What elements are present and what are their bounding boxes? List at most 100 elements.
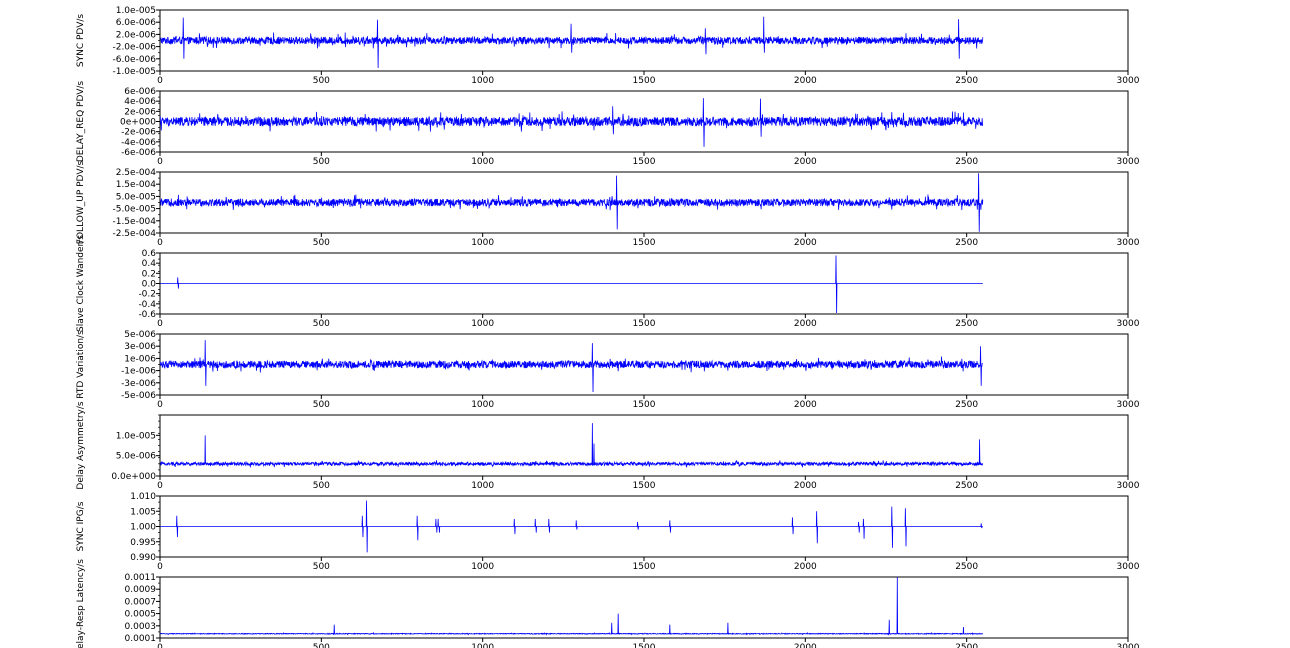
x-tick-label: 1500 [633,643,656,648]
y-tick-label: -4e-006 [121,138,156,148]
y-axis-label: Delay Asymmetry/s [76,401,86,490]
plot-2: 0 500 1000 1500 2000 2500 3000 6e-0064e-0062e-0… [76,81,1140,167]
x-tick-label: 3000 [1117,157,1140,167]
x-tick-label: 0 [157,319,163,329]
y-tick-label: 1e-006 [124,354,156,364]
y-tick-label: 1.005 [130,507,156,517]
plot-frame [159,414,1129,477]
plot-frame [159,576,1129,639]
plot-7: 0 500 1000 1500 2000 2500 3000 1.010 1.005 1.000 0… [76,492,1140,572]
plot-3: 0 500 1000 1500 2000 2500 3000 2.5e-004 1.5e-004… [76,160,1140,248]
stacked-plots-figure: 0 500 1000 1500 2000 2500 3000 1.0e-005 6.0e-006… [76,6,1140,648]
x-tick-label: 1000 [471,481,494,491]
x-tick-label: 1000 [471,562,494,572]
x-tick-label: 500 [313,562,330,572]
y-tick-label: -5e-006 [121,391,156,401]
y-tick-label: -5.0e-005 [112,205,156,215]
x-tick-label: 500 [313,238,330,248]
x-tick-label: 2000 [794,76,817,86]
y-axis-label: Slave Clock Wander/s [76,235,86,332]
y-tick-label: -6.0e-006 [112,55,156,65]
x-tick-label: 1000 [471,643,494,648]
y-tick-label: 1.010 [130,492,156,502]
x-tick-label: 2000 [794,157,817,167]
x-tick-label: 0 [157,400,163,410]
x-tick-label: 2000 [794,319,817,329]
x-tick-label: 0 [157,157,163,167]
x-tick-label: 3000 [1117,319,1140,329]
x-tick-label: 2000 [794,238,817,248]
y-tick-label: 0.0005 [125,610,157,620]
x-tick-label: 3000 [1117,562,1140,572]
y-tick-label: 0.6 [142,249,157,259]
y-tick-label: -2.5e-004 [112,229,156,239]
x-tick-label: 2500 [955,319,978,329]
y-axis-label: FOLLOW_UP PDV/s [76,160,86,244]
y-tick-label: 0.0003 [125,622,157,632]
x-tick-label: 1500 [633,562,656,572]
x-tick-label: 3000 [1117,643,1140,648]
y-tick-label: 0.995 [130,538,156,548]
x-tick-label: 2000 [794,400,817,410]
x-tick-label: 1500 [633,319,656,329]
y-tick-label: -0.6 [138,310,156,320]
x-tick-label: 0 [157,643,163,648]
x-tick-label: 1500 [633,157,656,167]
x-tick-label: 2500 [955,76,978,86]
y-tick-label: -3e-006 [121,379,156,389]
x-tick-label: 500 [313,157,330,167]
y-axis-label: DELAY_REQ PDV/s [76,81,86,163]
x-tick-label: 0 [157,76,163,86]
y-tick-label: 0e+000 [120,118,156,128]
y-tick-label: 0.2 [142,269,156,279]
y-tick-label: 4e-006 [124,97,156,107]
y-tick-label: 0.0011 [125,573,157,583]
plot-4: 0 500 1000 1500 2000 2500 3000 0.60.40.20.0-0.2… [76,235,1140,332]
x-tick-label: 3000 [1117,76,1140,86]
y-tick-label: 1.000 [130,523,156,533]
x-tick-label: 3000 [1117,481,1140,491]
x-tick-label: 0 [157,562,163,572]
x-tick-label: 0 [157,481,163,491]
y-tick-label: 1.0e-005 [116,6,156,16]
y-tick-label: 2.0e-006 [116,30,157,40]
y-tick-label: 0.0 [142,280,157,290]
plot-8: 0 500 1000 1500 2000 2500 3000 0.0011 0.0009 0.00… [76,559,1140,648]
y-tick-label: 6e-006 [124,87,156,97]
y-tick-label: -2.0e-006 [112,43,156,53]
y-tick-label: 0.990 [130,553,156,563]
x-tick-label: 0 [157,238,163,248]
y-axis-label: SYNC IPG/s [76,501,86,551]
x-tick-label: 3000 [1117,238,1140,248]
x-tick-label: 500 [313,76,330,86]
y-tick-label: -0.4 [138,300,156,310]
y-tick-label: -1.5e-004 [112,217,156,227]
y-tick-label: 0.0009 [125,585,157,595]
y-tick-label: -1e-006 [121,367,156,377]
x-tick-label: 2000 [794,562,817,572]
x-tick-label: 1500 [633,238,656,248]
y-tick-label: -1.0e-005 [112,67,156,77]
x-tick-label: 1500 [633,76,656,86]
y-tick-label: 1.0e-005 [116,431,156,441]
x-tick-label: 2500 [955,643,978,648]
x-tick-label: 1000 [471,157,494,167]
x-tick-label: 500 [313,481,330,491]
x-tick-label: 1000 [471,319,494,329]
x-tick-label: 3000 [1117,400,1140,410]
x-tick-label: 2000 [794,481,817,491]
x-tick-label: 1000 [471,76,494,86]
x-tick-label: 1000 [471,400,494,410]
y-tick-label: 1.5e-004 [116,180,157,190]
plot-6: 0 500 1000 1500 2000 2500 3000 1.0e-005 5.0e-006… [76,401,1140,491]
x-tick-label: 1500 [633,400,656,410]
x-tick-label: 2000 [794,643,817,648]
y-tick-label: 3e-006 [124,342,156,352]
plot-1: 0 500 1000 1500 2000 2500 3000 1.0e-005 6.0e-006… [76,6,1140,86]
y-tick-label: 5.0e-006 [116,452,157,462]
x-tick-label: 1000 [471,238,494,248]
y-tick-label: 2.5e-004 [116,168,157,178]
y-axis-label: Delay-Resp Latency/s [76,559,86,648]
y-tick-label: 6.0e-006 [116,18,157,28]
y-tick-label: 5e-006 [124,330,156,340]
